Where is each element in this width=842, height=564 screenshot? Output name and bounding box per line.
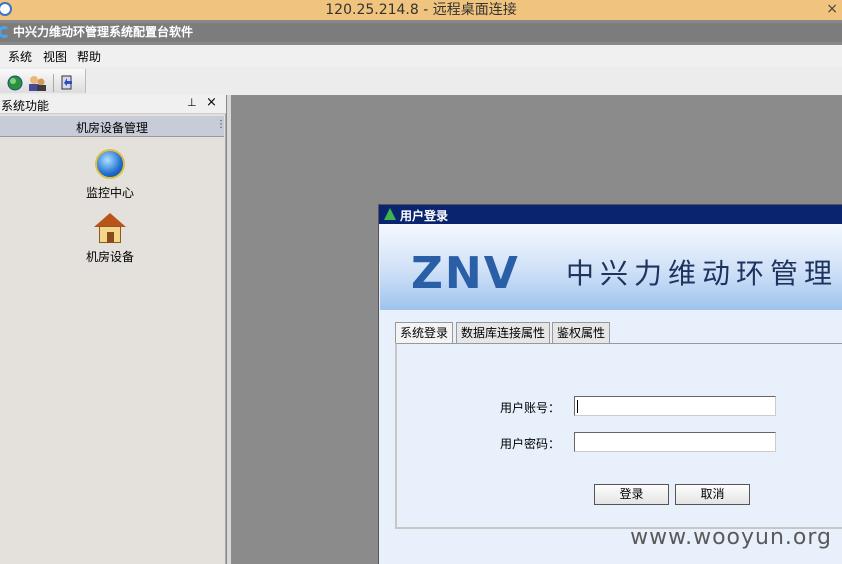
grip-icon: ⋮ — [216, 119, 226, 130]
banner-title: 中兴力维动环管理 — [566, 257, 839, 290]
globe-icon[interactable] — [7, 75, 23, 91]
account-input[interactable] — [574, 396, 776, 416]
globe-icon — [95, 149, 125, 179]
group-header-room-equipment[interactable]: 机房设备管理 ⋮ — [0, 116, 226, 137]
app-title-bar[interactable]: 中兴力维动环管理系统配置台软件 — [0, 23, 842, 42]
group-title: 机房设备管理 — [75, 121, 148, 135]
cancel-button[interactable]: 取消 — [675, 484, 750, 505]
password-input[interactable] — [574, 432, 776, 452]
system-function-panel: 系统功能 ⊥ × 机房设备管理 ⋮ 监控中心 机房设备 — [0, 95, 226, 564]
panel-title: 系统功能 — [1, 99, 50, 113]
znv-logo: ZNV — [411, 248, 520, 299]
login-banner: ZNV 中兴力维动环管理 — [380, 224, 842, 310]
login-button[interactable]: 登录 — [594, 484, 669, 505]
toolbar — [0, 67, 842, 95]
pin-icon[interactable]: ⊥ — [187, 96, 197, 109]
password-label: 用户密码： — [500, 437, 561, 451]
nav-item-room-equipment[interactable]: 机房设备 — [60, 213, 160, 265]
tab-system-login[interactable]: 系统登录 — [395, 322, 454, 345]
app-logo-icon — [0, 26, 10, 38]
dialog-title: 用户登录 — [400, 209, 449, 223]
toolbar-separator — [53, 74, 54, 92]
tab-db-connection[interactable]: 数据库连接属性 — [456, 322, 551, 344]
panel-close-icon[interactable]: × — [206, 95, 217, 110]
text-caret — [577, 400, 578, 413]
dialog-title-bar[interactable]: 用户登录 — [379, 205, 842, 224]
menu-view[interactable]: 视图 — [43, 48, 67, 65]
screen: 120.25.214.8 - 远程桌面连接 × 中兴力维动环管理系统配置台软件 … — [0, 0, 842, 564]
tab-auth[interactable]: 鉴权属性 — [552, 322, 611, 344]
nav-item-label: 机房设备 — [85, 250, 134, 264]
nav-item-monitor-center[interactable]: 监控中心 — [60, 149, 160, 201]
rdp-window-title: 120.25.214.8 - 远程桌面连接 — [325, 2, 517, 18]
account-label: 用户账号： — [500, 401, 561, 415]
menu-help[interactable]: 帮助 — [77, 48, 101, 65]
panel-header: 系统功能 ⊥ × — [0, 95, 226, 114]
users-icon[interactable] — [28, 75, 46, 91]
login-dialog: 用户登录 ZNV 中兴力维动环管理 系统登录 数据库连接属性 鉴权属性 用户账号… — [378, 204, 842, 564]
rdp-close-icon[interactable]: × — [826, 0, 838, 18]
app-window-title: 中兴力维动环管理系统配置台软件 — [13, 25, 194, 39]
watermark: www.wooyun.org — [630, 525, 832, 550]
rdp-title-bar[interactable]: 120.25.214.8 - 远程桌面连接 × — [0, 0, 842, 20]
house-icon — [94, 213, 126, 243]
tree-icon — [384, 208, 396, 220]
toolbar-strip — [0, 69, 86, 93]
menu-system[interactable]: 系统 — [8, 48, 32, 65]
exit-icon[interactable] — [59, 75, 75, 91]
tab-panel-login: 用户账号： 用户密码： 登录 取消 — [395, 343, 842, 529]
nav-item-label: 监控中心 — [85, 186, 134, 200]
menu-bar: 系统 视图 帮助 — [0, 45, 842, 67]
